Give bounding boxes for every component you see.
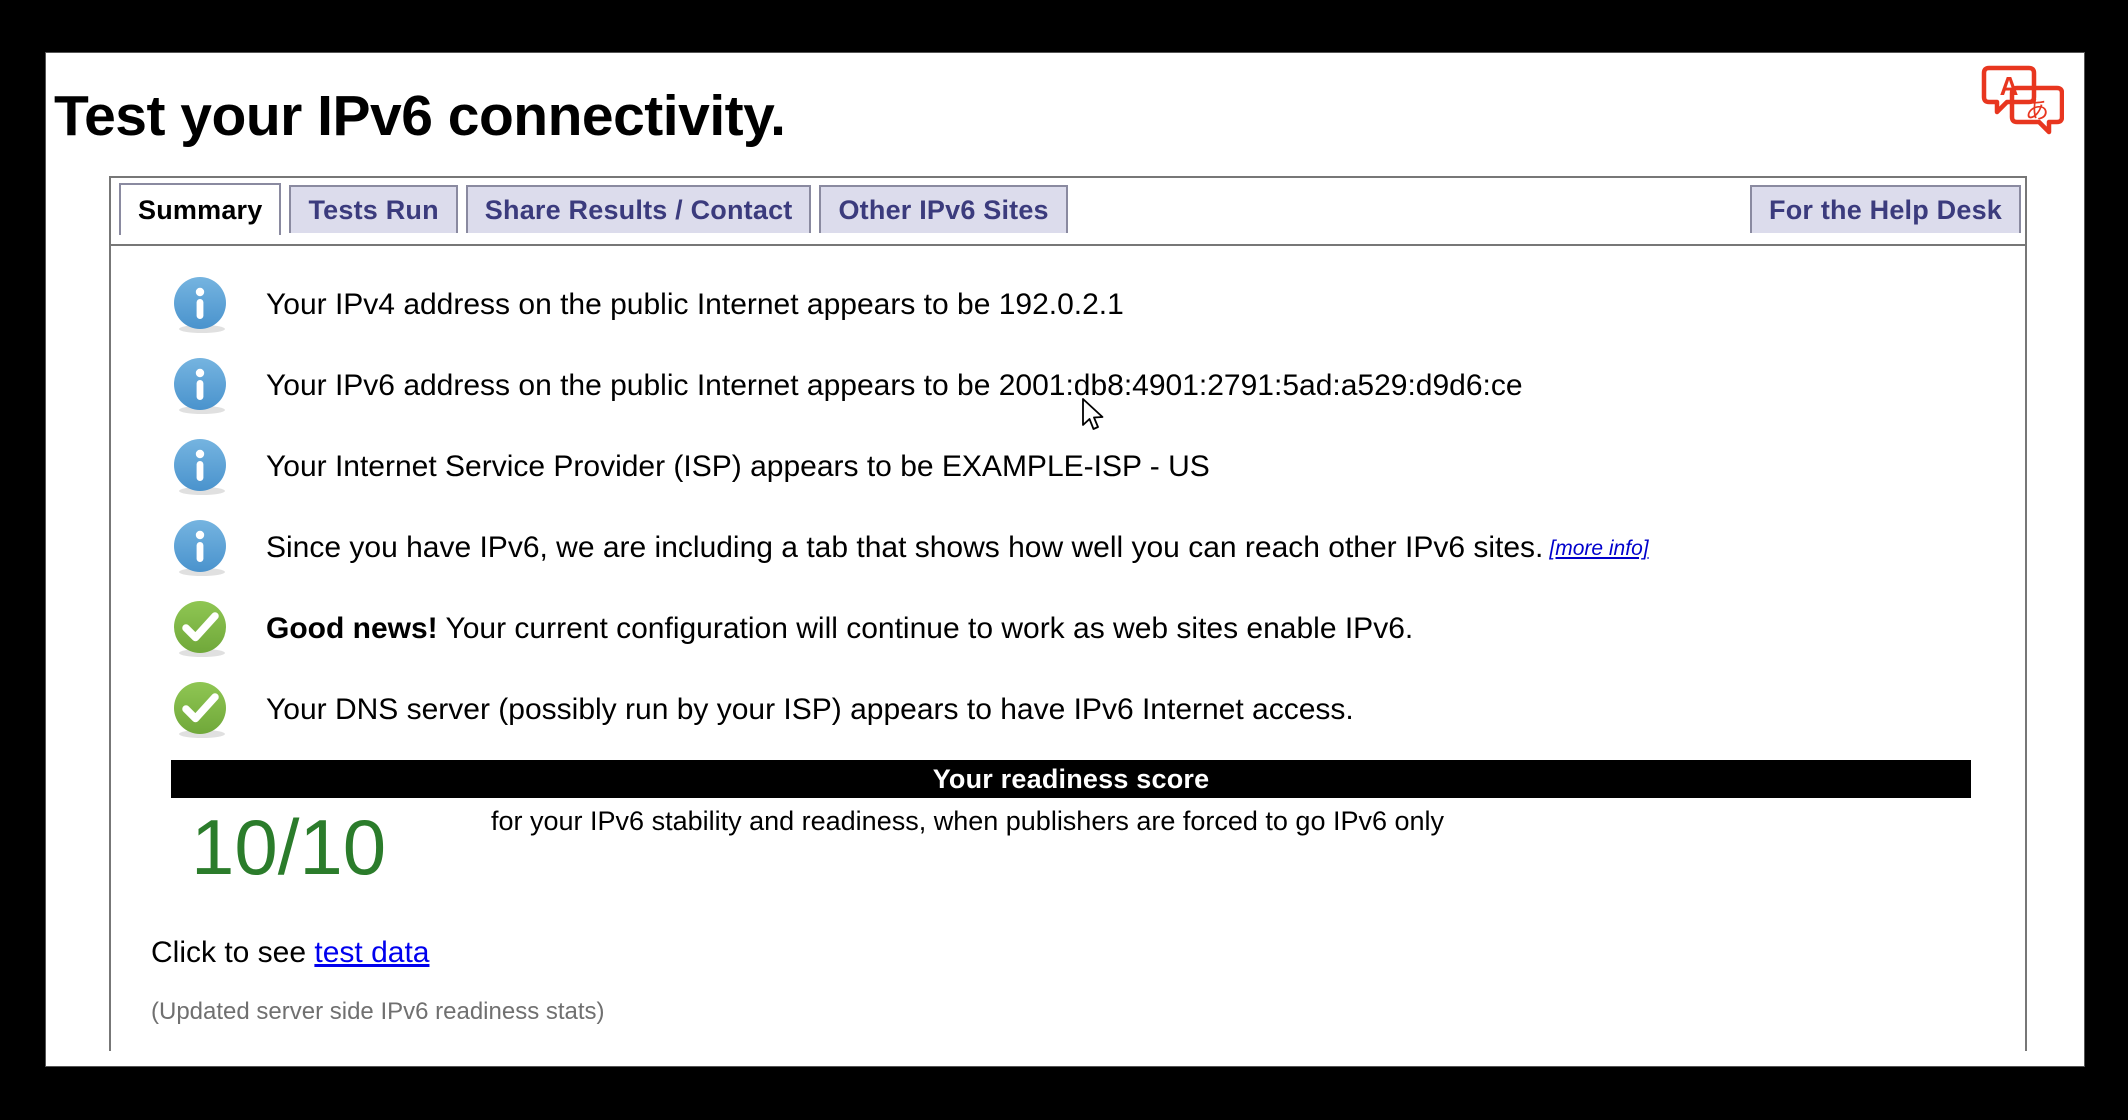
tab-for-the-help-desk-label: For the Help Desk [1769, 194, 2002, 225]
readiness-score-banner: Your readiness score [171, 760, 1971, 798]
tab-panel: Summary Tests Run Share Results / Contac… [109, 176, 2027, 1051]
translate-japanese-glyph: あ [2025, 96, 2049, 124]
info-icon [171, 356, 231, 416]
result-row: Your IPv4 address on the public Internet… [141, 264, 1995, 345]
tab-summary-label: Summary [138, 194, 263, 225]
result-row: Since you have IPv6, we are including a … [141, 507, 1995, 588]
summary-content: Your IPv4 address on the public Internet… [111, 246, 2025, 1051]
result-row-text: Your IPv4 address on the public Internet… [266, 288, 1124, 321]
tab-for-the-help-desk[interactable]: For the Help Desk [1750, 185, 2021, 233]
more-info-link[interactable]: [more info] [1549, 537, 1648, 560]
result-row-text: Since you have IPv6, we are including a … [266, 531, 1544, 564]
info-icon [171, 518, 231, 578]
result-row-bold-prefix: Good news! [266, 612, 438, 645]
browser-page: A あ Test your IPv6 connectivity. Summary… [45, 52, 2085, 1067]
info-icon [171, 437, 231, 497]
test-data-link[interactable]: test data [314, 936, 429, 969]
tab-share-results-contact-label: Share Results / Contact [484, 194, 793, 225]
tab-strip: Summary Tests Run Share Results / Contac… [111, 178, 2025, 238]
result-row-text: Your IPv6 address on the public Internet… [266, 369, 1523, 402]
test-data-line: Click to see test data [151, 936, 1995, 970]
page-title: Test your IPv6 connectivity. [54, 84, 786, 148]
result-row: Your Internet Service Provider (ISP) app… [141, 426, 1995, 507]
tab-other-ipv6-sites[interactable]: Other IPv6 Sites [819, 185, 1068, 233]
check-icon [171, 680, 231, 740]
tab-tests-run-label: Tests Run [308, 194, 439, 225]
result-row-text: Your Internet Service Provider (ISP) app… [266, 450, 1210, 483]
result-row-text: Your DNS server (possibly run by your IS… [266, 693, 1354, 726]
result-row-text: Your current configuration will continue… [437, 612, 1414, 645]
tab-summary[interactable]: Summary [119, 183, 282, 235]
info-icon [171, 275, 231, 335]
result-row-text-wrapper: Good news! Your current configuration wi… [266, 612, 1413, 645]
tab-other-ipv6-sites-label: Other IPv6 Sites [838, 194, 1049, 225]
test-data-prefix: Click to see [151, 936, 315, 969]
readiness-score-value: 10/10 [191, 803, 387, 891]
updated-stats-note: (Updated server side IPv6 readiness stat… [151, 998, 605, 1025]
readiness-score-caption: for your IPv6 stability and readiness, w… [491, 806, 1445, 836]
result-row: Good news! Your current configuration wi… [141, 588, 1995, 669]
readiness-score-area: 10/10 for your IPv6 stability and readin… [171, 798, 1995, 928]
result-row-text-wrapper: Since you have IPv6, we are including a … [266, 531, 1649, 564]
tab-share-results-contact[interactable]: Share Results / Contact [465, 185, 812, 233]
readiness-score-banner-label: Your readiness score [932, 763, 1210, 794]
check-icon [171, 599, 231, 659]
translate-latin-glyph: A [2000, 71, 2019, 101]
translate-icon[interactable]: A あ [1978, 63, 2065, 139]
result-row: Your DNS server (possibly run by your IS… [141, 669, 1995, 750]
result-row: Your IPv6 address on the public Internet… [141, 345, 1995, 426]
tab-tests-run[interactable]: Tests Run [289, 185, 458, 233]
